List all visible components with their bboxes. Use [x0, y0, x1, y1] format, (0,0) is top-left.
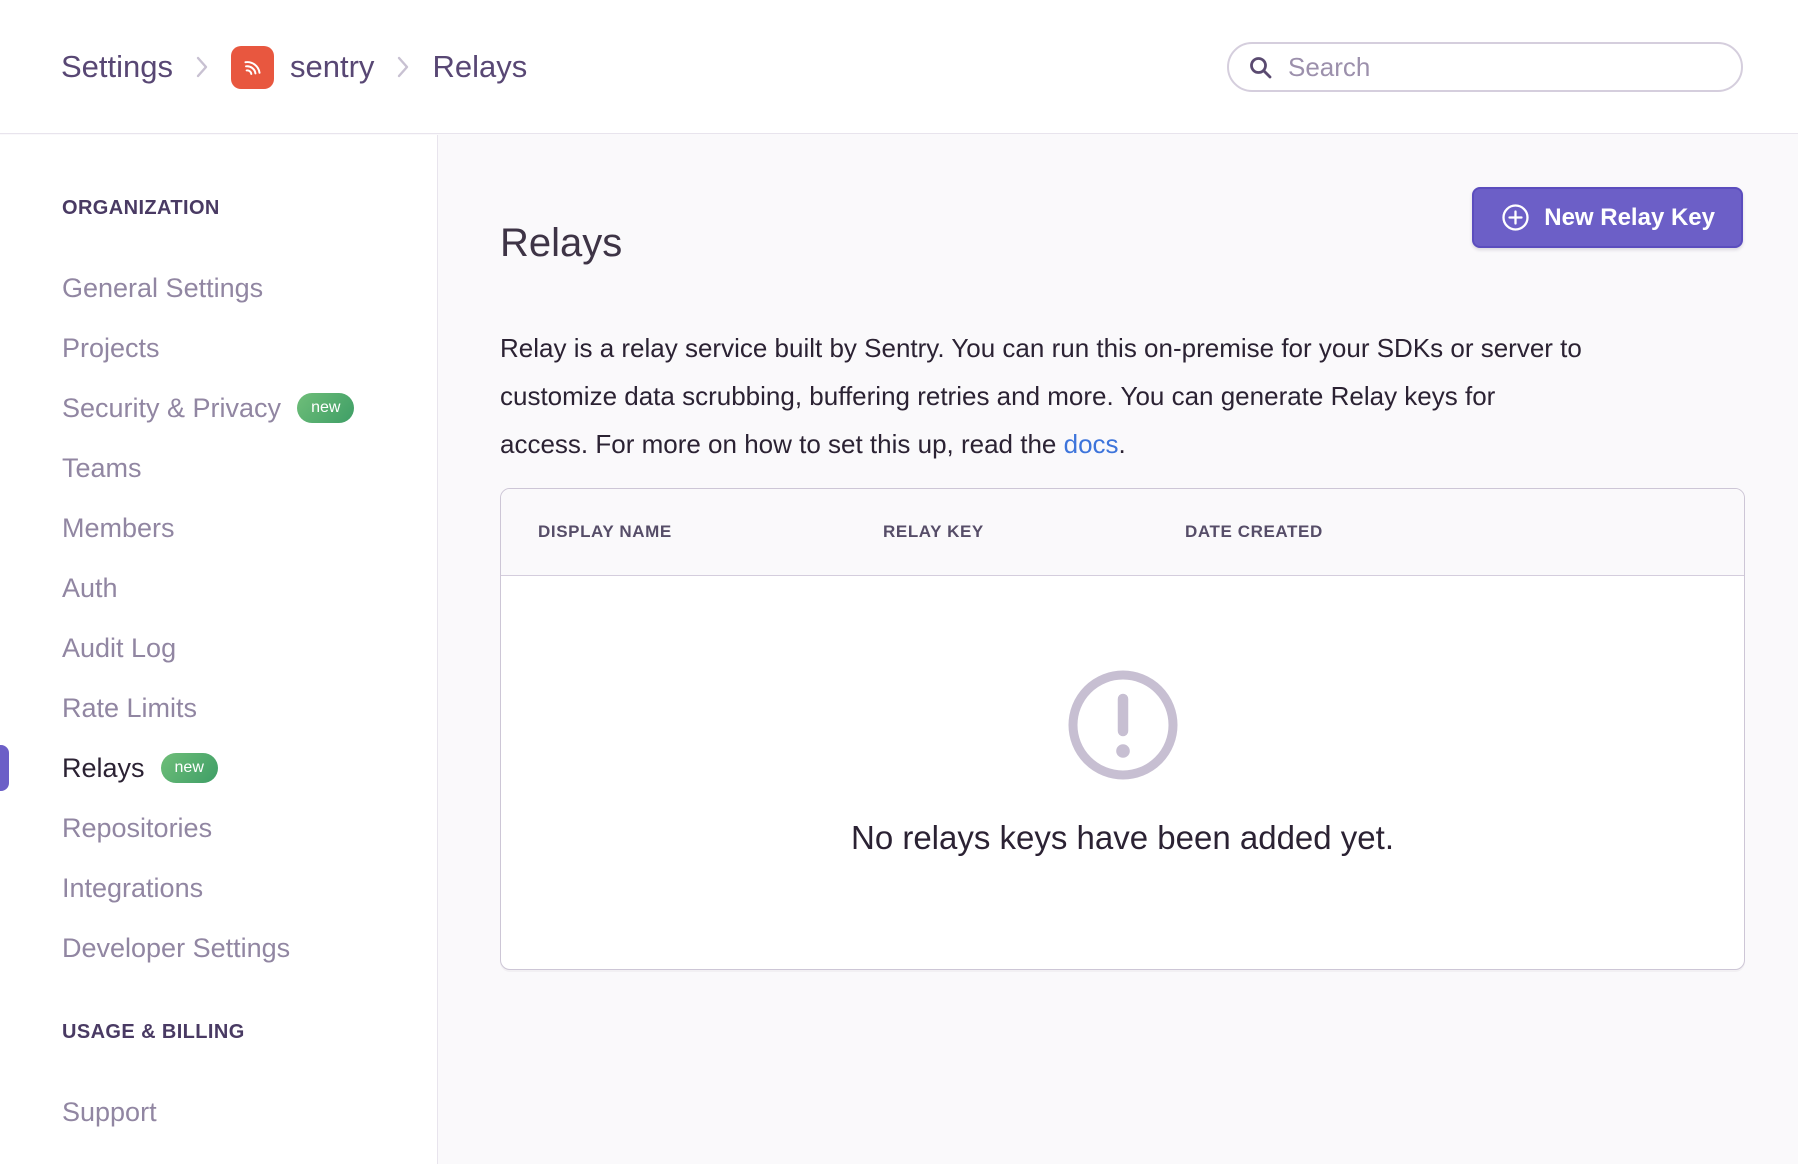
sidebar-item-label: Auth [62, 573, 118, 604]
sidebar-item-label: Support [62, 1097, 157, 1128]
column-header-display-name: DISPLAY NAME [538, 522, 883, 542]
chevron-right-icon [396, 54, 410, 80]
sidebar-item-label: General Settings [62, 273, 263, 304]
search-box [1227, 42, 1743, 92]
sidebar-item-label: Relays [62, 753, 145, 784]
search-input[interactable] [1286, 51, 1723, 84]
relay-description: Relay is a relay service built by Sentry… [500, 324, 1590, 468]
sentry-logo-icon [231, 46, 274, 89]
sidebar-item-label: Security & Privacy [62, 393, 281, 424]
column-header-relay-key: RELAY KEY [883, 522, 1185, 542]
chevron-right-icon [195, 54, 209, 80]
empty-state: No relays keys have been added yet. [501, 576, 1744, 969]
sidebar-item-label: Projects [62, 333, 160, 364]
sidebar-item-audit-log[interactable]: Audit Log [62, 618, 437, 678]
page-title: Relays [500, 217, 622, 269]
sidebar-item-label: Developer Settings [62, 933, 290, 964]
column-header-date-created: DATE CREATED [1185, 522, 1744, 542]
sidebar-item-label: Audit Log [62, 633, 176, 664]
sidebar-item-members[interactable]: Members [62, 498, 437, 558]
description-text: Relay is a relay service built by Sentry… [500, 333, 1582, 459]
top-bar: Settings sentry Relays [0, 0, 1798, 134]
sidebar-item-label: Teams [62, 453, 142, 484]
active-item-indicator [0, 745, 9, 791]
new-relay-key-button-label: New Relay Key [1544, 204, 1715, 232]
new-badge: new [297, 393, 354, 423]
sidebar-item-developer-settings[interactable]: Developer Settings [62, 918, 437, 978]
search-icon [1247, 54, 1274, 81]
breadcrumb-page: Relays [432, 49, 527, 85]
sidebar-section-organization: ORGANIZATION [62, 178, 437, 238]
plus-circle-icon [1500, 202, 1531, 233]
sidebar-item-general-settings[interactable]: General Settings [62, 258, 437, 318]
breadcrumb-settings[interactable]: Settings [61, 49, 173, 85]
exclamation-circle-icon [1067, 669, 1179, 781]
breadcrumb-organization[interactable]: sentry [231, 46, 374, 89]
new-badge: new [161, 753, 218, 783]
sidebar-item-relays[interactable]: Relays new [62, 738, 437, 798]
docs-link[interactable]: docs [1064, 429, 1119, 459]
breadcrumb-org-label: sentry [290, 49, 374, 85]
sidebar-item-label: Members [62, 513, 175, 544]
sidebar-section-usage-billing: USAGE & BILLING [62, 1002, 437, 1062]
empty-state-message: No relays keys have been added yet. [851, 819, 1394, 857]
description-text-end: . [1119, 429, 1126, 459]
new-relay-key-button[interactable]: New Relay Key [1472, 187, 1743, 248]
sidebar-item-security-privacy[interactable]: Security & Privacy new [62, 378, 437, 438]
sidebar-item-label: Rate Limits [62, 693, 197, 724]
sidebar-item-support[interactable]: Support [62, 1082, 437, 1142]
sidebar-item-integrations[interactable]: Integrations [62, 858, 437, 918]
breadcrumb: Settings sentry Relays [61, 0, 527, 134]
sidebar-item-label: Integrations [62, 873, 203, 904]
sidebar-item-label: Repositories [62, 813, 212, 844]
sidebar-item-repositories[interactable]: Repositories [62, 798, 437, 858]
settings-sidebar: ORGANIZATION General Settings Projects S… [0, 135, 438, 1164]
relay-keys-table: DISPLAY NAME RELAY KEY DATE CREATED No r… [500, 488, 1745, 970]
sidebar-item-teams[interactable]: Teams [62, 438, 437, 498]
sidebar-item-auth[interactable]: Auth [62, 558, 437, 618]
table-header-row: DISPLAY NAME RELAY KEY DATE CREATED [501, 489, 1744, 576]
sidebar-item-rate-limits[interactable]: Rate Limits [62, 678, 437, 738]
sidebar-item-projects[interactable]: Projects [62, 318, 437, 378]
